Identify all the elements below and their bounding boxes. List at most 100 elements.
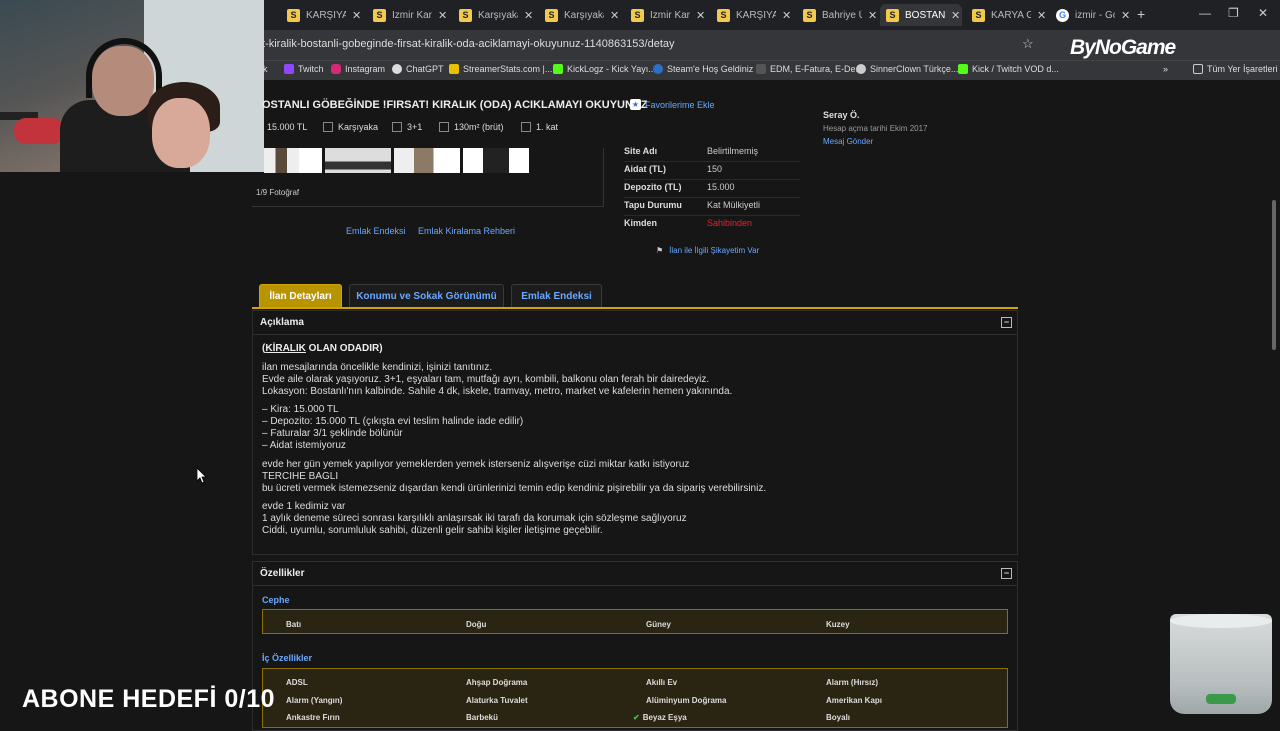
feature-item: Akıllı Ev	[646, 678, 678, 687]
detail-key: Aidat (TL)	[624, 164, 666, 174]
browser-tab[interactable]: S İzmir Karşıyaka ✕	[625, 4, 711, 26]
heading-rest: OLAN ODADIR)	[305, 343, 383, 354]
meta-rooms: 3+1	[392, 122, 422, 132]
cup-overlay	[1170, 614, 1272, 714]
close-window-icon[interactable]: ✕	[1258, 6, 1268, 20]
minimize-icon[interactable]: —	[1199, 6, 1211, 20]
bookmarks-more[interactable]: »	[1163, 64, 1168, 74]
complaint-label: İlan ile İlgili Şikayetim Var	[669, 246, 760, 255]
bookmark-item[interactable]: Kick / Twitch VOD d...	[958, 64, 1059, 74]
bookmark-label: EDM, E-Fatura, E-De...	[770, 64, 864, 74]
close-tab-icon[interactable]: ✕	[782, 9, 791, 22]
detail-row: Site Adı Belirtilmemiş	[624, 144, 800, 162]
add-favorites-link[interactable]: ★ Favorilerime Ekle	[630, 99, 715, 110]
bookmark-item[interactable]: StreamerStats.com |...	[449, 64, 552, 74]
tab-title: BOSTANLI	[905, 9, 945, 21]
feature-item: ADSL	[286, 678, 308, 687]
microphone-icon	[14, 118, 64, 144]
detail-value: Kat Mülkiyetli	[707, 200, 761, 210]
gallery-thumbnail[interactable]	[463, 148, 529, 173]
bookmark-item[interactable]: ChatGPT	[392, 64, 444, 74]
all-bookmarks[interactable]: Tüm Yer İşaretleri	[1193, 64, 1278, 74]
close-tab-icon[interactable]: ✕	[1121, 9, 1130, 22]
collapse-icon[interactable]: −	[1001, 317, 1012, 328]
feature-item: Alaturka Tuvalet	[466, 696, 528, 705]
close-tab-icon[interactable]: ✕	[524, 9, 533, 22]
description-line: Evde aile olarak yaşıyoruz. 3+1, eşyalar…	[262, 374, 710, 385]
description-heading: (KİRALIK OLAN ODADIR)	[262, 343, 383, 354]
browser-tab[interactable]: S Karşıyaka ✕	[539, 4, 625, 26]
seller-since: Hesap açma tarihi Ekim 2017	[823, 124, 928, 133]
google-favicon-icon: G	[1056, 8, 1069, 22]
maximize-icon[interactable]: ❐	[1228, 6, 1239, 20]
browser-tab[interactable]: Gizmir - Go ✕	[1050, 4, 1136, 26]
description-line: – Kira: 15.000 TL	[262, 404, 339, 415]
gallery-thumbnail[interactable]	[264, 148, 322, 173]
browser-tab-active[interactable]: S BOSTANLI ✕	[880, 4, 962, 26]
emlak-endeksi-link[interactable]: Emlak Endeksi	[346, 226, 406, 236]
feature-item: Alarm (Yangın)	[286, 696, 343, 705]
close-tab-icon[interactable]: ✕	[610, 9, 619, 22]
tab-title: izmir - Go	[1075, 9, 1115, 21]
checkmark-icon: ✔	[633, 713, 640, 722]
description-header: Açıklama −	[253, 311, 1017, 335]
features-header: Özellikler −	[253, 562, 1017, 586]
detail-key: Kimden	[624, 218, 658, 228]
browser-tab[interactable]: S İzmir Karşıyaka ✕	[367, 4, 453, 26]
tab-location-street-view[interactable]: Konumu ve Sokak Görünümü	[349, 284, 504, 308]
gallery-thumbnail[interactable]	[394, 148, 460, 173]
browser-tab[interactable]: S Bahriye Üçok ✕	[797, 4, 883, 26]
floor-icon	[521, 122, 531, 132]
new-tab-icon[interactable]: +	[1137, 6, 1145, 22]
tab-listing-details[interactable]: İlan Detayları	[259, 284, 342, 308]
webcam-overlay	[0, 0, 264, 172]
detail-row: Kimden Sahibinden	[624, 216, 800, 234]
description-line: – Aidat istemiyoruz	[262, 440, 346, 451]
bookmark-star-icon[interactable]: ☆	[1022, 36, 1034, 52]
browser-tab[interactable]: S Karşıyaka ✕	[453, 4, 539, 26]
send-message-link[interactable]: Mesaj Gönder	[823, 137, 873, 146]
rooms-icon	[392, 122, 402, 132]
detail-value: Belirtilmemiş	[707, 146, 759, 156]
site-favicon-icon: S	[717, 8, 730, 22]
streamerstats-icon	[449, 64, 459, 74]
close-tab-icon[interactable]: ✕	[438, 9, 447, 22]
close-tab-icon[interactable]: ✕	[951, 9, 960, 22]
bookmark-label: Steam'e Hoş Geldiniz	[667, 64, 754, 74]
bookmark-item[interactable]: KickLogz - Kick Yayı...	[553, 64, 656, 74]
browser-tab[interactable]: S KARŞIYAKA ✕	[711, 4, 797, 26]
chatgpt-icon	[392, 64, 402, 74]
bookmark-item[interactable]: EDM, E-Fatura, E-De...	[756, 64, 863, 74]
close-tab-icon[interactable]: ✕	[868, 9, 877, 22]
rental-guide-link[interactable]: Emlak Kiralama Rehberi	[418, 226, 515, 236]
detail-key: Tapu Durumu	[624, 200, 682, 210]
bookmark-label: Instagram	[345, 64, 386, 74]
complaint-link[interactable]: ⚑ İlan ile İlgili Şikayetim Var	[656, 246, 759, 255]
star-icon: ★	[630, 99, 641, 110]
description-line: evde 1 kedimiz var	[262, 501, 346, 512]
close-tab-icon[interactable]: ✕	[696, 9, 705, 22]
close-tab-icon[interactable]: ✕	[1037, 9, 1046, 22]
bookmark-item[interactable]: SinnerClown Türkçe...	[856, 64, 958, 74]
detail-value: 150	[707, 164, 723, 174]
description-paragraph: ilan mesajlarında öncelikle kendinizi, i…	[262, 362, 732, 398]
close-tab-icon[interactable]: ✕	[352, 9, 361, 22]
page-scrollbar[interactable]	[1272, 200, 1276, 350]
detail-row: Tapu Durumu Kat Mülkiyetli	[624, 198, 800, 216]
tab-title: İzmir Karşıyaka	[392, 9, 432, 21]
bookmark-label: KickLogz - Kick Yayı...	[567, 64, 656, 74]
bookmark-item[interactable]: Twitch	[284, 64, 324, 74]
heading-underlined: KİRALIK	[265, 343, 306, 354]
folder-icon	[1193, 64, 1203, 74]
gallery-thumbnail[interactable]	[325, 148, 391, 173]
feature-item: Alüminyum Doğrama	[646, 696, 727, 705]
tabs-underline	[252, 307, 1018, 309]
bookmark-item[interactable]: Steam'e Hoş Geldiniz	[653, 64, 753, 74]
collapse-icon[interactable]: −	[1001, 568, 1012, 579]
browser-tab[interactable]: S KARYA GM ✕	[966, 4, 1052, 26]
browser-tab[interactable]: S KARŞIYAKA ✕	[281, 4, 367, 26]
bookmark-item[interactable]: Instagram	[331, 64, 385, 74]
url-field[interactable]: t-kiralik-bostanli-gobeginde-firsat-kira…	[262, 38, 675, 50]
tab-emlak-endeksi[interactable]: Emlak Endeksi	[511, 284, 602, 308]
description-line: TERCIHE BAGLI	[262, 471, 339, 482]
